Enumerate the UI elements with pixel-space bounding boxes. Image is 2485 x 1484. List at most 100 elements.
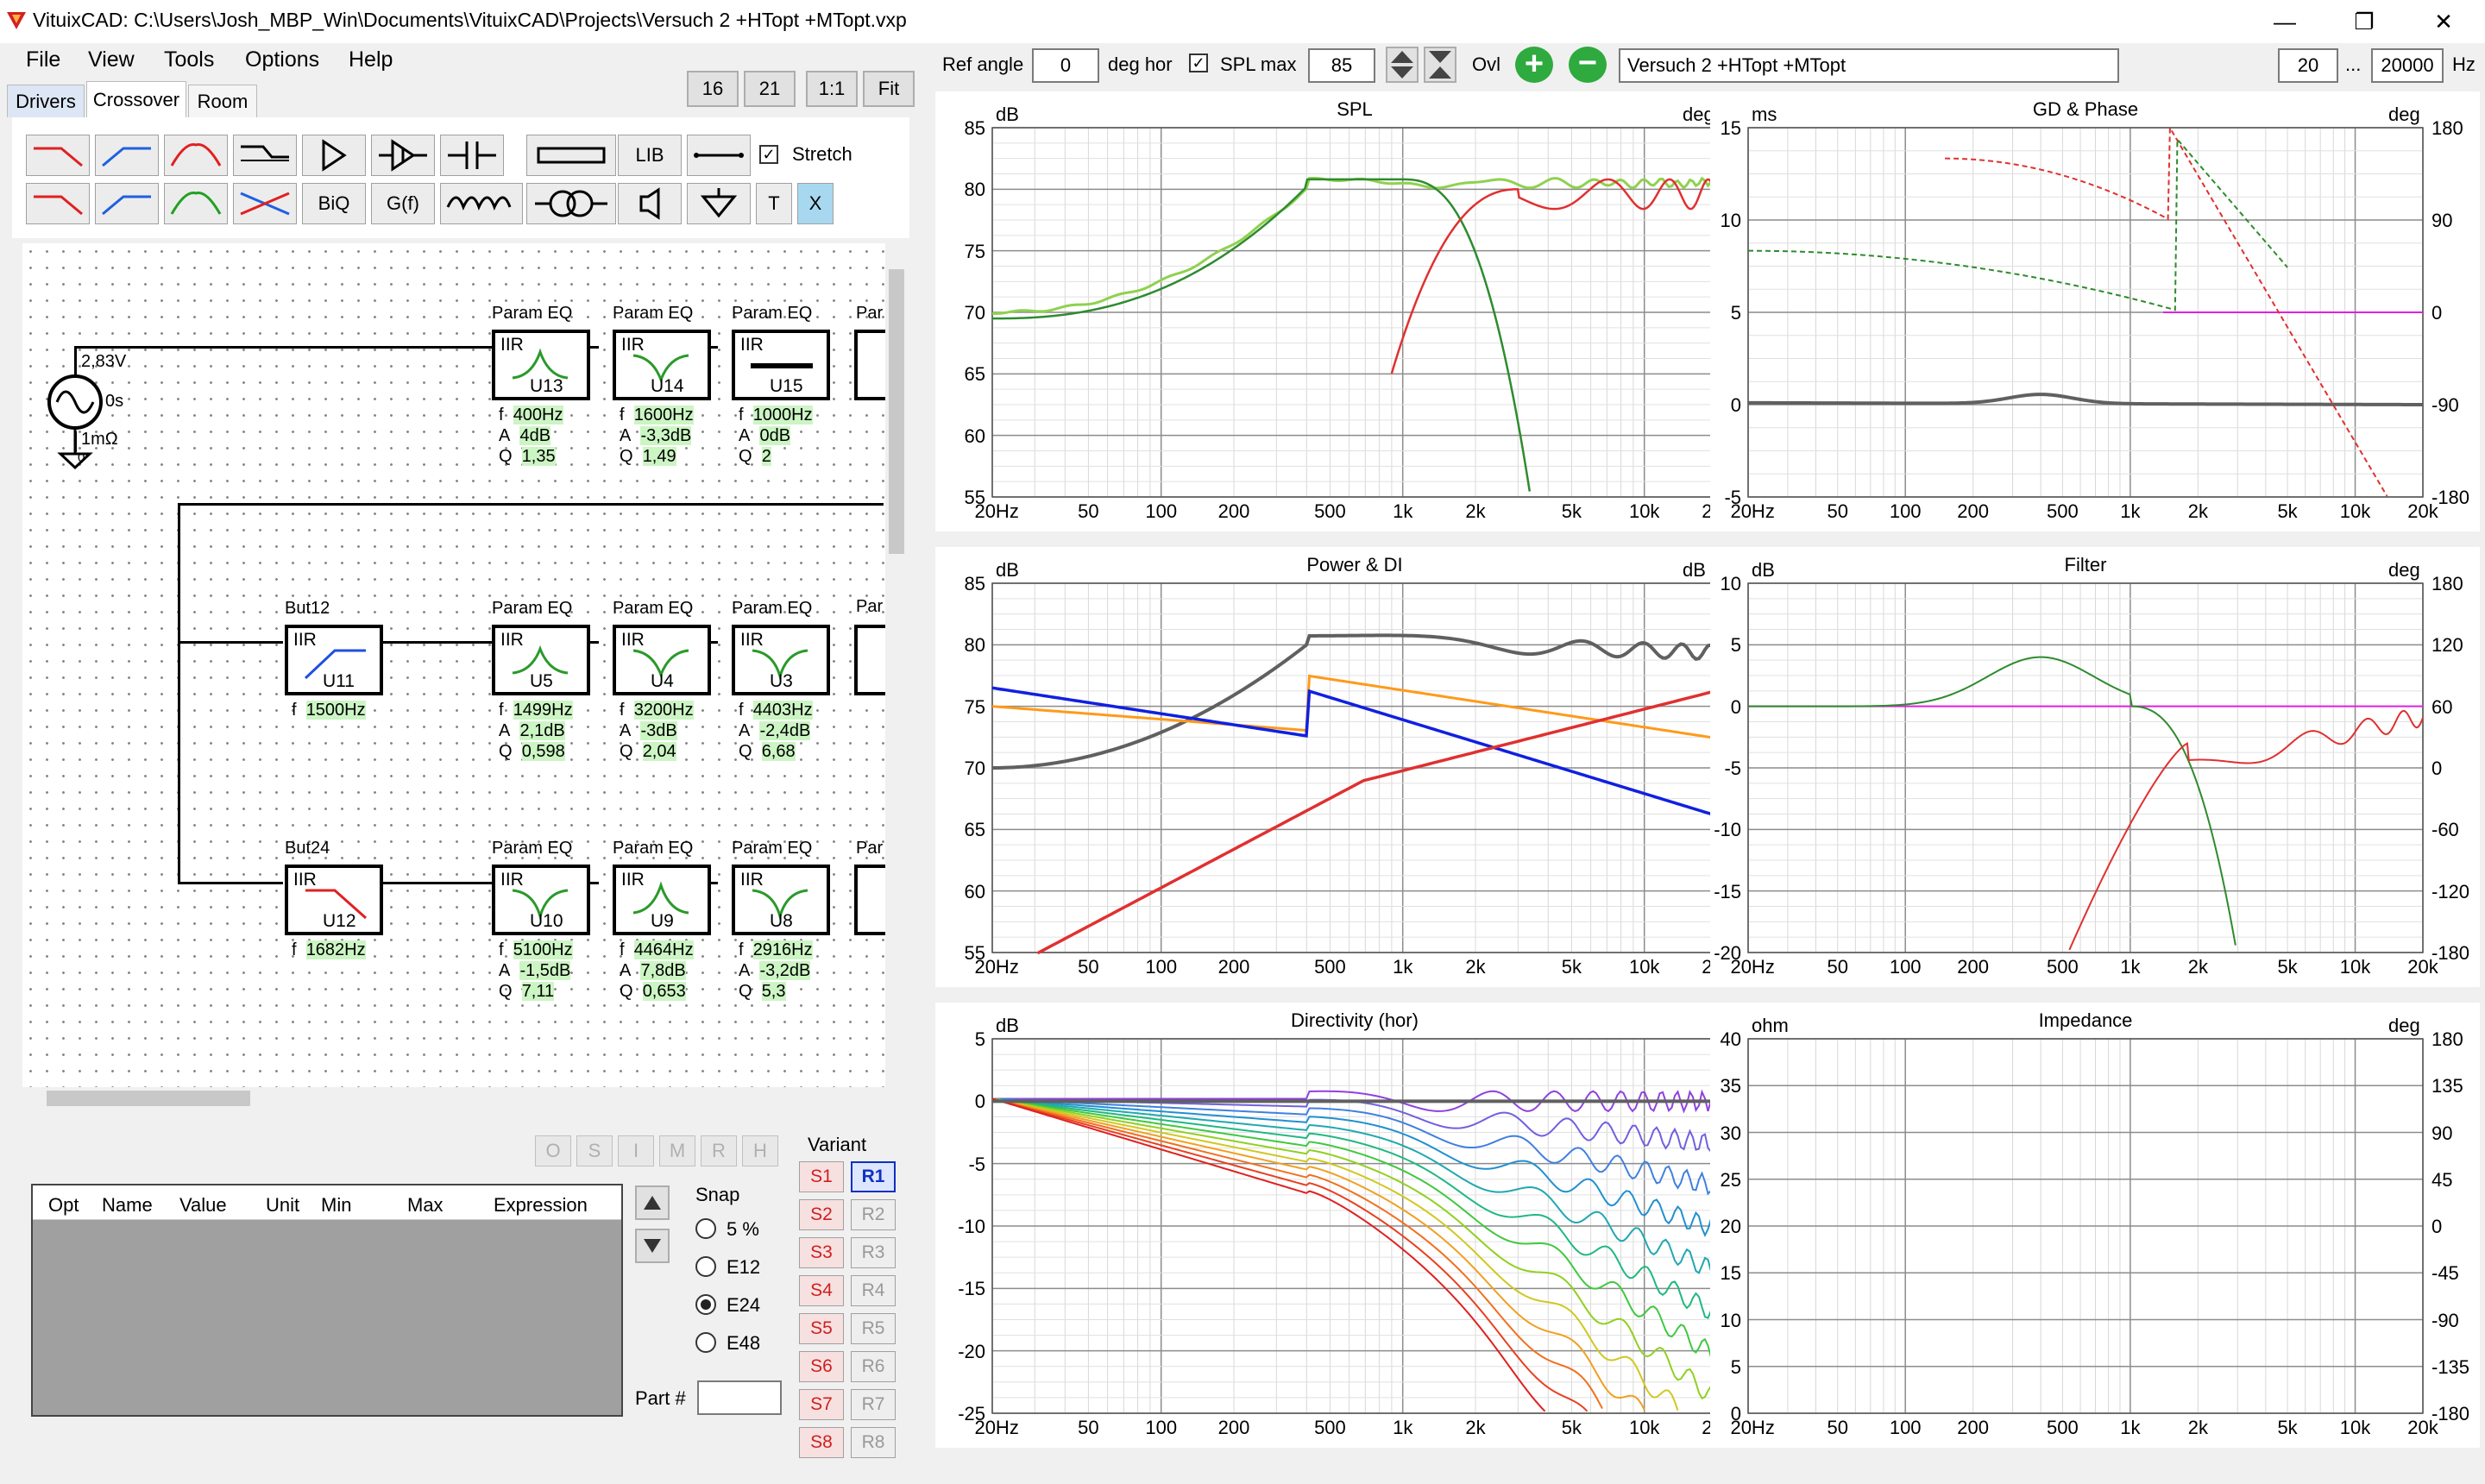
driver-tool-icon[interactable]	[618, 183, 682, 224]
block-param[interactable]: A 2,1dB	[499, 720, 565, 742]
block-param[interactable]: f 4403Hz	[739, 699, 813, 721]
transformer-tool-icon[interactable]	[526, 183, 616, 224]
add-overlay-icon[interactable]: +	[1515, 47, 1553, 83]
filter-block-u9[interactable]: IIR U9	[613, 865, 711, 935]
variant-s5-button[interactable]: S5	[799, 1313, 844, 1344]
variant-s7-button[interactable]: S7	[799, 1389, 844, 1420]
block-param[interactable]: A 4dB	[499, 424, 551, 447]
zoom-1to1-button[interactable]: 1:1	[806, 71, 858, 107]
crossover-pair-tool-icon[interactable]	[233, 183, 297, 224]
block-param[interactable]: A -3,3dB	[620, 424, 692, 447]
block-param[interactable]: f 3200Hz	[620, 699, 694, 721]
chart-plot[interactable]	[1710, 547, 2480, 987]
snap-e12-radio[interactable]	[695, 1256, 716, 1277]
resistor-tool-icon[interactable]	[526, 135, 616, 176]
s-button[interactable]: S	[576, 1135, 613, 1166]
block-param[interactable]: f 1499Hz	[499, 699, 573, 721]
filter-block-u12[interactable]: IIR U12	[285, 865, 383, 935]
chart-plot[interactable]	[935, 547, 1798, 987]
t-button[interactable]: T	[756, 183, 792, 224]
ref-angle-input[interactable]: 0	[1032, 48, 1099, 83]
zoom-fit-button[interactable]: Fit	[863, 71, 915, 107]
snap-5pct-radio[interactable]	[695, 1218, 716, 1239]
block-partial[interactable]	[854, 330, 885, 400]
minimize-icon[interactable]: —	[2245, 0, 2325, 43]
tab-crossover[interactable]: Crossover	[86, 81, 186, 117]
chart-panel[interactable]: Impedance ohm deg 40 35 30 25 20 15 10 5 0 180 135…	[1710, 1003, 2480, 1448]
variant-s6-button[interactable]: S6	[799, 1351, 844, 1382]
m-button[interactable]: M	[659, 1135, 695, 1166]
filter-block-u15[interactable]: IIR U15	[732, 330, 830, 400]
filter-block-u4[interactable]: IIR U4	[613, 625, 711, 695]
block-param[interactable]: f 1600Hz	[620, 404, 694, 426]
block-param[interactable]: Q 5,3	[739, 980, 786, 1003]
spl-max-checkbox[interactable]: ✓	[1189, 53, 1208, 72]
wire-tool-icon[interactable]	[687, 135, 751, 176]
amplifier-tool-icon[interactable]	[302, 135, 366, 176]
filter-block-u5[interactable]: IIR U5	[492, 625, 590, 695]
block-param[interactable]: f 400Hz	[499, 404, 563, 426]
chart-panel[interactable]: Directivity (hor) dB 5 0 -5 -10 -15 -20 -25 20H…	[935, 1003, 1798, 1448]
menu-help[interactable]: Help	[349, 47, 393, 72]
filter-block-u14[interactable]: IIR U14	[613, 330, 711, 400]
voltage-source-icon[interactable]	[47, 371, 107, 483]
block-partial[interactable]	[854, 625, 885, 695]
chart-plot[interactable]	[1710, 91, 2480, 531]
variant-r4-button[interactable]: R4	[851, 1275, 896, 1306]
menu-options[interactable]: Options	[245, 47, 319, 72]
chart-panel[interactable]: Power & DI dB dB 85807570656055252015105…	[935, 547, 1798, 987]
highpass2-tool-icon[interactable]	[95, 183, 159, 224]
filter-block-u3[interactable]: IIR U3	[732, 625, 830, 695]
filter-block-u11[interactable]: IIR U11	[285, 625, 383, 695]
inductor-tool-icon[interactable]	[440, 183, 523, 224]
move-down-button[interactable]	[635, 1229, 670, 1263]
variant-s2-button[interactable]: S2	[799, 1199, 844, 1230]
variant-r8-button[interactable]: R8	[851, 1427, 896, 1458]
capacitor-tool-icon[interactable]	[440, 135, 504, 176]
block-param[interactable]: f 5100Hz	[499, 939, 573, 961]
variant-s3-button[interactable]: S3	[799, 1237, 844, 1268]
block-param[interactable]: Q 2,04	[620, 740, 676, 763]
block-param[interactable]: f 4464Hz	[620, 939, 694, 961]
block-param[interactable]: Q 1,49	[620, 445, 676, 468]
variant-r5-button[interactable]: R5	[851, 1313, 896, 1344]
freq-max-input[interactable]: 20000	[2371, 48, 2444, 83]
stretch-checkbox[interactable]: ✓	[759, 145, 778, 164]
block-param[interactable]: A -3dB	[620, 720, 677, 742]
chart-plot[interactable]	[935, 91, 1798, 531]
chart-plot[interactable]	[1710, 1003, 2480, 1448]
spl-fit-icon[interactable]	[1424, 47, 1456, 83]
zoom-21-button[interactable]: 21	[744, 71, 796, 107]
tab-room[interactable]: Room	[188, 85, 257, 117]
variant-s4-button[interactable]: S4	[799, 1275, 844, 1306]
block-param[interactable]: Q 2	[739, 445, 771, 468]
block-param[interactable]: A 7,8dB	[620, 959, 686, 982]
chart-panel[interactable]: Filter dB deg 10 5 0 -5 -10 -15 -20 180 120 60 0 -6…	[1710, 547, 2480, 987]
r-button[interactable]: R	[701, 1135, 737, 1166]
spl-max-input[interactable]: 85	[1308, 48, 1375, 83]
block-param[interactable]: Q 0,598	[499, 740, 565, 763]
filter-block-u10[interactable]: IIR U10	[492, 865, 590, 935]
variant-name-input[interactable]: Versuch 2 +HTopt +MTopt	[1619, 48, 2119, 83]
block-param[interactable]: Q 1,35	[499, 445, 556, 468]
menu-view[interactable]: View	[88, 47, 135, 72]
lowpass2-tool-icon[interactable]	[26, 183, 90, 224]
tab-drivers[interactable]: Drivers	[7, 85, 85, 117]
variant-r6-button[interactable]: R6	[851, 1351, 896, 1382]
variant-r3-button[interactable]: R3	[851, 1237, 896, 1268]
menu-tools[interactable]: Tools	[164, 47, 214, 72]
lowpass-tool-icon[interactable]	[26, 135, 90, 176]
block-partial[interactable]	[854, 865, 885, 935]
h-button[interactable]: H	[742, 1135, 778, 1166]
remove-overlay-icon[interactable]: −	[1569, 47, 1607, 83]
filter-block-u8[interactable]: IIR U8	[732, 865, 830, 935]
close-icon[interactable]: ✕	[2404, 0, 2483, 43]
bandpass-tool-icon[interactable]	[164, 135, 228, 176]
block-param[interactable]: Q 0,653	[620, 980, 686, 1003]
block-param[interactable]: f 1682Hz	[292, 939, 366, 961]
shelf-tool-icon[interactable]	[233, 135, 297, 176]
part-input[interactable]	[697, 1380, 782, 1415]
chart-panel[interactable]: SPL dB deg 85807570656055180120600-60-12…	[935, 91, 1798, 531]
o-button[interactable]: O	[535, 1135, 571, 1166]
i-button[interactable]: I	[618, 1135, 654, 1166]
